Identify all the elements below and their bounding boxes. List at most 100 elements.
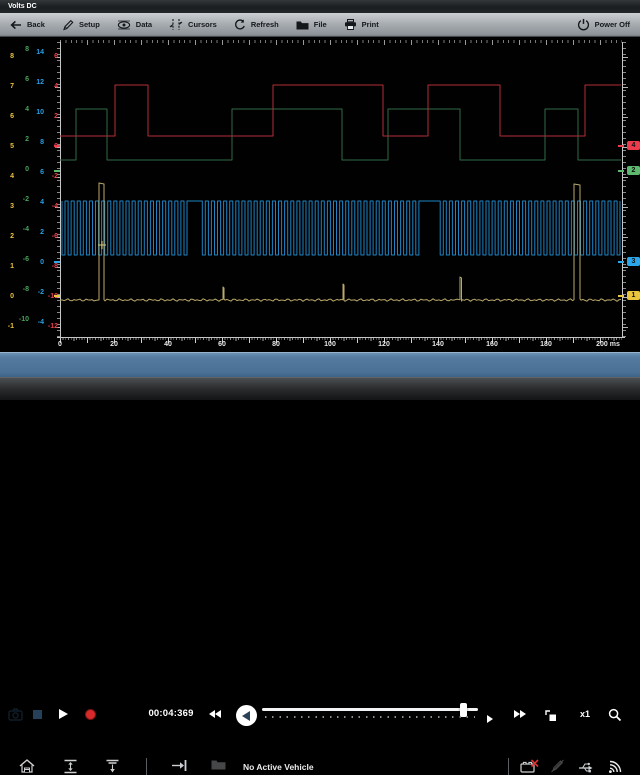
status-bar: No Active Vehicle <box>0 377 640 400</box>
step-forward-icon <box>487 715 493 723</box>
fast-forward-icon <box>520 710 526 718</box>
x-axis-label: 40 <box>148 341 188 349</box>
vehicle-status-text: No Active Vehicle <box>243 762 314 772</box>
status-divider <box>508 758 509 775</box>
title-bar: Volts DC <box>0 0 640 13</box>
wifi-status-button[interactable] <box>608 759 625 774</box>
scrub-back-button[interactable] <box>236 705 257 726</box>
x-axis-label: 100 <box>310 341 350 349</box>
x-axis-label: 80 <box>256 341 296 349</box>
pencil-disabled-icon <box>550 759 565 773</box>
frame-region-button[interactable] <box>545 709 557 727</box>
zero-marker <box>618 295 624 297</box>
page-title: Volts DC <box>8 3 37 10</box>
y-axis-label-ch1: 6 <box>0 113 14 121</box>
x-axis-label: 60 <box>202 341 242 349</box>
download-level-button[interactable] <box>105 759 120 774</box>
play-button[interactable] <box>59 709 68 719</box>
power-off-button[interactable]: Power Off <box>577 18 630 31</box>
eye-icon <box>117 20 131 30</box>
back-arrow-icon <box>10 20 22 30</box>
toolbar: Back Setup Data Cursors Refresh File Pri… <box>0 13 640 37</box>
y-axis-label-ch1: 2 <box>0 233 14 241</box>
refresh-button[interactable]: Refresh <box>234 19 279 31</box>
y-axis-label-ch1: 7 <box>0 83 14 91</box>
channel-badge-2[interactable]: 2 <box>627 166 640 175</box>
height-adjust-button[interactable] <box>63 759 78 774</box>
frame-region-icon <box>545 710 557 722</box>
home-icon <box>19 759 35 773</box>
timeline-slider-track[interactable] <box>262 708 478 711</box>
timeline-tick-dots <box>265 716 475 718</box>
step-forward-button[interactable] <box>487 710 493 728</box>
rewind-button[interactable] <box>209 710 221 718</box>
file-button[interactable]: File <box>296 20 327 30</box>
print-label: Print <box>362 20 379 29</box>
zero-marker <box>618 261 624 263</box>
camera-icon[interactable] <box>8 708 23 726</box>
y-axis-label-ch1: 1 <box>0 263 14 271</box>
rewind-icon <box>215 710 221 718</box>
back-label: Back <box>27 20 45 29</box>
cursors-label: Cursors <box>188 20 217 29</box>
channel-badge-4[interactable]: 4 <box>627 141 640 150</box>
battery-status-button[interactable] <box>520 759 539 773</box>
wifi-icon <box>608 759 625 774</box>
y-axis-label-ch1: 3 <box>0 203 14 211</box>
stop-button[interactable] <box>33 710 42 719</box>
y-axis-label-ch4: -2 <box>38 173 58 181</box>
y-axis-label-ch1: 8 <box>0 53 14 61</box>
annotation-button[interactable] <box>550 759 565 773</box>
y-axis-label-ch1: 5 <box>0 143 14 151</box>
y-axis-left-major-ticks <box>55 57 60 329</box>
x-axis-label: 140 <box>418 341 458 349</box>
x-axis-top-major-ticks <box>60 40 622 45</box>
zero-marker <box>54 145 60 147</box>
channel-badge-1[interactable]: 1 <box>627 291 640 300</box>
magnifier-icon <box>608 708 622 722</box>
back-button[interactable]: Back <box>10 20 45 30</box>
zero-marker <box>54 295 60 297</box>
power-icon <box>577 18 590 31</box>
setup-button[interactable]: Setup <box>62 19 100 31</box>
timeline-slider-handle[interactable] <box>460 703 467 717</box>
status-divider <box>146 758 147 775</box>
y-axis-label-ch1: -1 <box>0 323 14 331</box>
saved-data-folder-button[interactable] <box>211 759 226 770</box>
playback-bar: 00:04:369 x1 <box>0 352 640 377</box>
usb-connection-button[interactable] <box>578 759 595 773</box>
print-button[interactable]: Print <box>344 19 379 30</box>
height-adjust-icon <box>63 759 78 774</box>
battery-fault-icon <box>520 759 539 773</box>
fast-forward-button[interactable] <box>514 710 526 718</box>
connect-arrow-icon <box>171 759 188 772</box>
zero-marker <box>54 261 60 263</box>
y-axis-label-ch4: 6 <box>38 53 58 61</box>
x-axis-label: 0 <box>40 341 80 349</box>
y-axis-label-ch4: -6 <box>38 233 58 241</box>
channel-badge-3[interactable]: 3 <box>627 257 640 266</box>
record-button[interactable] <box>85 709 96 720</box>
pencil-icon <box>62 19 74 31</box>
x-axis-label: 160 <box>472 341 512 349</box>
y-axis-label-ch4: 2 <box>38 113 58 121</box>
x-axis-label: 200 ms <box>588 341 628 349</box>
refresh-icon <box>234 19 246 31</box>
printer-icon <box>344 19 357 30</box>
x-axis-label: 180 <box>526 341 566 349</box>
playback-speed-label[interactable]: x1 <box>580 709 590 719</box>
connect-button[interactable] <box>171 759 188 772</box>
home-button[interactable] <box>19 759 35 773</box>
scope-plot-area[interactable]: 876543210-186420-2-4-6-8-1014121086420-2… <box>0 37 640 352</box>
refresh-label: Refresh <box>251 20 279 29</box>
cursors-button[interactable]: Cursors <box>169 19 217 30</box>
file-label: File <box>314 20 327 29</box>
download-icon <box>105 759 120 774</box>
zero-marker <box>618 145 624 147</box>
zoom-button[interactable] <box>608 708 622 727</box>
cursors-icon <box>169 19 183 30</box>
y-axis-label-ch4: -4 <box>38 203 58 211</box>
y-axis-label-ch4: -8 <box>38 263 58 271</box>
data-button[interactable]: Data <box>117 20 152 30</box>
y-axis-ruler-left <box>60 42 61 338</box>
